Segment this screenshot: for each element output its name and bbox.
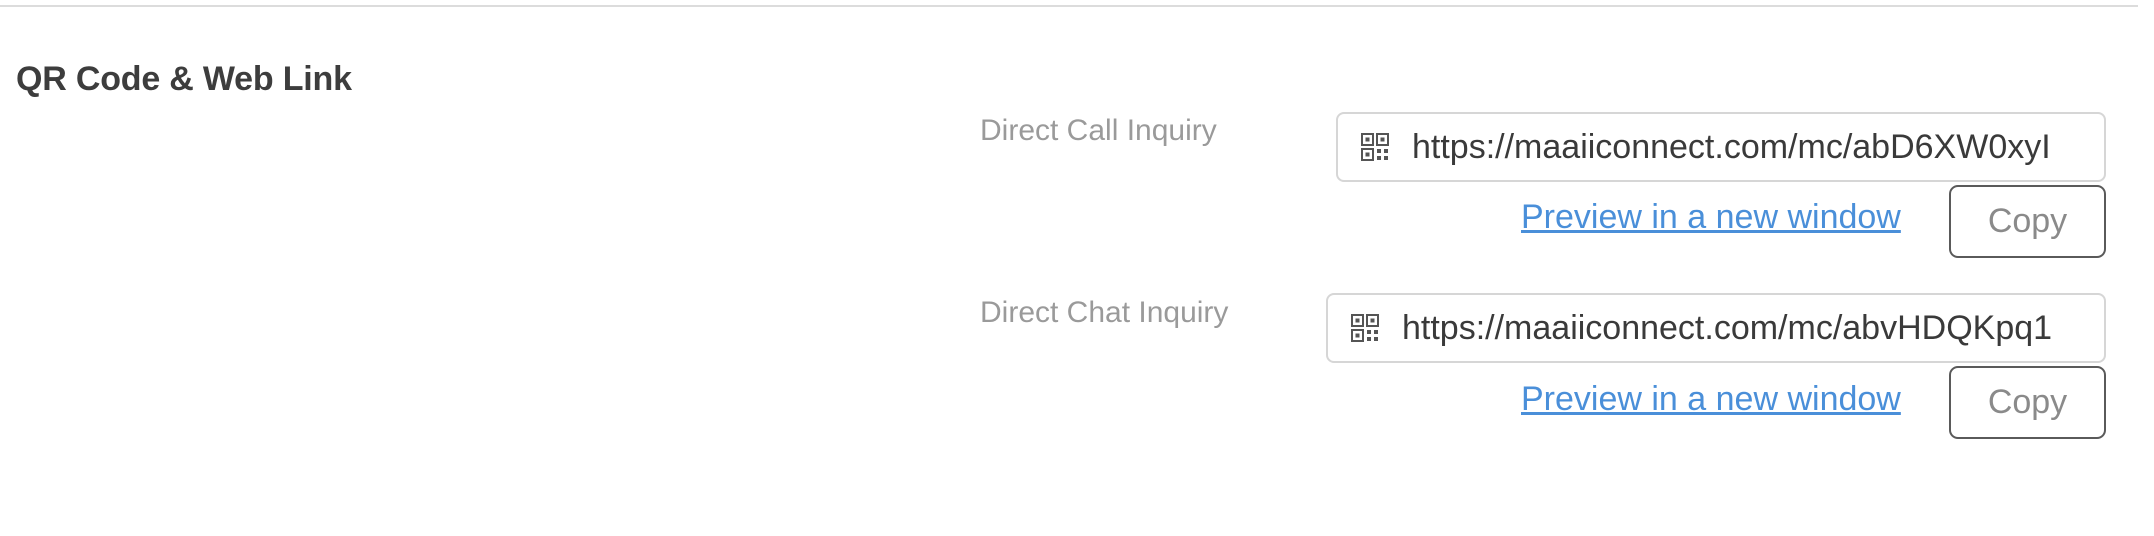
qr-code-icon[interactable] (1350, 313, 1380, 343)
direct-call-preview-link[interactable]: Preview in a new window (1521, 198, 1901, 237)
direct-chat-preview-link[interactable]: Preview in a new window (1521, 380, 1901, 419)
direct-call-url[interactable]: https://maaiiconnect.com/mc/abD6XW0xyI (1412, 128, 2051, 167)
direct-chat-url[interactable]: https://maaiiconnect.com/mc/abvHDQKpq1 (1402, 309, 2052, 348)
direct-call-copy-button[interactable]: Copy (1949, 185, 2106, 258)
direct-chat-inquiry-label: Direct Chat Inquiry (980, 296, 1229, 329)
direct-chat-link-field[interactable]: https://maaiiconnect.com/mc/abvHDQKpq1 (1326, 293, 2106, 363)
qr-code-icon[interactable] (1360, 132, 1390, 162)
direct-call-inquiry-label: Direct Call Inquiry (980, 114, 1217, 147)
section-title: QR Code & Web Link (16, 60, 352, 98)
top-divider (0, 5, 2138, 7)
direct-call-link-field[interactable]: https://maaiiconnect.com/mc/abD6XW0xyI (1336, 112, 2106, 182)
direct-chat-copy-button[interactable]: Copy (1949, 366, 2106, 439)
